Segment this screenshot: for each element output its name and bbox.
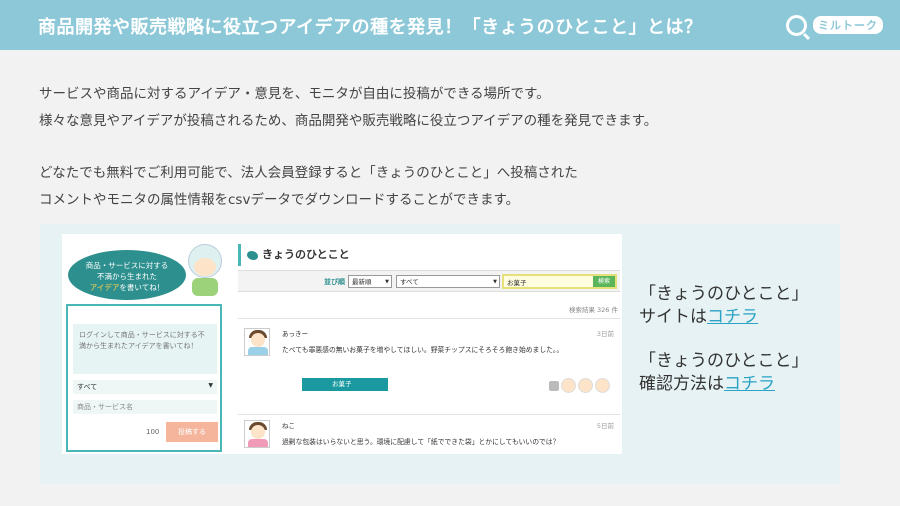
reaction-face-icon[interactable] <box>578 378 593 393</box>
filter-select[interactable]: すべて ▼ <box>396 275 500 288</box>
caret-down-icon: ▼ <box>208 382 213 389</box>
bubble-line-1: 商品・サービスに対する <box>85 261 169 270</box>
sort-bar: 並び順 最新順 ▼ すべて ▼ お菓子 検索 <box>238 270 620 292</box>
search-box[interactable]: お菓子 検索 <box>502 274 617 289</box>
howto-block-line: 確認方法はコチラ <box>639 373 809 396</box>
bubble-emphasis: アイデア <box>89 283 120 292</box>
post-tag[interactable]: お菓子 <box>302 378 388 391</box>
howto-block-prefix: 確認方法は <box>639 374 724 394</box>
pointing-hand-icon[interactable] <box>549 380 559 391</box>
howto-link-block: 「きょうのひとこと」 確認方法はコチラ <box>639 350 809 396</box>
site-link[interactable]: コチラ <box>707 307 758 327</box>
avatar <box>244 420 270 448</box>
timeline-title-text: きょうのひとこと <box>262 248 350 261</box>
site-block-prefix: サイトは <box>639 307 707 327</box>
post-sidebar: 商品・サービスに対する 不満から生まれた アイデアを書いてね！ すべて ▼ 商品… <box>62 234 228 454</box>
bubble-line-3-rest: を書いてね！ <box>119 283 165 292</box>
site-link-block: 「きょうのひとこと」 サイトはコチラ <box>639 283 809 329</box>
post-form: すべて ▼ 商品・サービス名 100 投稿する <box>66 304 222 452</box>
header-bar: 商品開発や販売戦略に役立つアイデアの種を発見！「きょうのひとこと」とは？ ミルト… <box>0 0 900 50</box>
category-select[interactable]: すべて ▼ <box>73 380 217 394</box>
howto-link[interactable]: コチラ <box>724 374 775 394</box>
intro-line-1: サービスや商品に対するアイデア・意見を、モニタが自由に投稿ができる場所です。 <box>39 86 550 102</box>
bubble-line-2: 不満から生まれた <box>97 272 157 281</box>
site-block-heading: 「きょうのひとこと」 <box>639 284 809 304</box>
post-text: 過剰な包装はいらないと思う。環境に配慮して「紙でできた袋」とかにしてもいいのでは… <box>282 438 560 446</box>
sort-select[interactable]: 最新順 ▼ <box>348 275 392 288</box>
result-count: 検索結果 326 件 <box>568 306 618 314</box>
char-count: 100 <box>146 428 160 436</box>
post-user: あっきー <box>282 330 308 338</box>
category-select-value: すべて <box>77 383 98 391</box>
magnifier-icon <box>786 14 807 36</box>
search-input[interactable]: お菓子 <box>507 279 527 287</box>
timeline: きょうのひとこと 並び順 最新順 ▼ すべて ▼ お菓子 検索 検索結果 326 件… <box>238 244 620 454</box>
miltalk-logo[interactable]: ミルトーク <box>786 14 883 36</box>
post-item: ねこ 5日前 過剰な包装はいらないと思う。環境に配慮して「紙でできた袋」とかにし… <box>244 420 614 454</box>
divider <box>238 318 620 319</box>
divider <box>238 414 620 415</box>
post-date: 3日前 <box>596 330 614 338</box>
avatar <box>244 328 270 356</box>
post-date: 5日前 <box>596 422 614 430</box>
page-title: 商品開発や販売戦略に役立つアイデアの種を発見！「きょうのひとこと」とは？ <box>38 17 703 38</box>
reaction-face-icon[interactable] <box>561 378 576 393</box>
bubble-line-3: アイデアを書いてね！ <box>68 282 186 293</box>
speech-bubble: 商品・サービスに対する 不満から生まれた アイデアを書いてね！ <box>68 250 186 300</box>
kyounohitokoto-screenshot: 商品・サービスに対する 不満から生まれた アイデアを書いてね！ すべて ▼ 商品… <box>62 234 622 454</box>
howto-block-heading: 「きょうのひとこと」 <box>639 351 809 371</box>
intro-line-4: コメントやモニタの属性情報をcsvデータでダウンロードすることができます。 <box>39 192 520 208</box>
site-block-line: サイトはコチラ <box>639 306 809 329</box>
post-user: ねこ <box>282 422 295 430</box>
reaction-face-icon[interactable] <box>595 378 610 393</box>
post-button[interactable]: 投稿する <box>166 422 218 442</box>
search-button[interactable]: 検索 <box>593 276 615 287</box>
intro-line-3: どなたでも無料でご利用可能で、法人会員登録すると「きょうのひとこと」へ投稿された <box>39 165 578 181</box>
idea-textarea[interactable] <box>73 324 217 374</box>
caret-down-icon: ▼ <box>385 279 389 285</box>
timeline-title: きょうのひとこと <box>238 244 620 266</box>
mascot-character-icon <box>184 244 224 296</box>
post-item: あっきー 3日前 たべても罪悪感の無いお菓子を増やしてほしい。野菜チップスにそろ… <box>244 328 614 408</box>
caret-down-icon: ▼ <box>493 279 497 285</box>
intro-line-2: 様々な意見やアイデアが投稿されるため、商品開発や販売戦略に役立つアイデアの種を発… <box>39 113 658 129</box>
product-name-input[interactable]: 商品・サービス名 <box>73 400 217 414</box>
sort-label: 並び順 <box>324 278 345 286</box>
bird-icon <box>247 250 258 260</box>
post-text: たべても罪悪感の無いお菓子を増やしてほしい。野菜チップスにそろそろ飽き始めました… <box>282 346 564 354</box>
reaction-bar <box>547 378 610 393</box>
logo-text: ミルトーク <box>813 16 883 34</box>
sort-select-value: 最新順 <box>352 278 372 286</box>
filter-select-value: すべて <box>400 278 419 286</box>
